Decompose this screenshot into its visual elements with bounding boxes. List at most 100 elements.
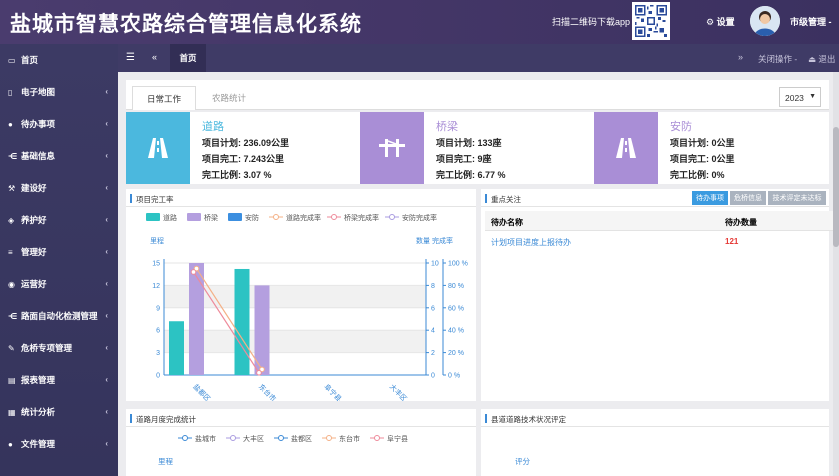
system-title: 盐城市智慧农路综合管理信息化系统 [10,13,362,36]
ratio-value: 0% [711,170,725,180]
sidebar-item-12[interactable]: ● 文件管理 ‹ [0,428,118,460]
y-tick-right-count: 8 [431,283,435,290]
legend-label-1: 桥梁 [204,213,218,222]
tab-scroll-left-icon[interactable]: « [152,52,157,62]
y-tick-right-count: 4 [431,328,435,335]
top-header: 盐城市智慧农路综合管理信息化系统 扫描二维码下载app ⚙ 设置 市级管理 - [0,0,839,44]
sidebar: ▭ 首页 ▯ 电子地图 ‹ ● 待办事项 ‹ ⋲ 基础信息 ‹ ⚒ 建设好 ‹ ◈ 养护好 ‹ ≡ 管理好 ‹ ◉ 运营好… [0,44,118,476]
tab-home[interactable]: 首页 [170,44,206,72]
sidebar-item-7[interactable]: ◉ 运营好 ‹ [0,268,118,300]
x-tick-label: 大丰区 [388,382,409,401]
tech-unqualified-button[interactable]: 技术评定未达标 [768,191,826,205]
logout-button[interactable]: ⏏ 退出 [808,53,835,65]
table-header: 待办名称 待办数量 [485,211,837,231]
todo-button[interactable]: 待办事项 [692,191,728,205]
legend-label-2: 安防 [245,213,259,222]
sidebar-item-label: 报表管理 [21,375,56,385]
page-scrollbar[interactable] [833,72,839,476]
chevron-left-icon: ‹ [105,119,108,128]
main-content: 日常工作 农路统计 2023 ▼ 道路 项目计划: 236.09公里 项目完工: 7… [118,72,839,476]
qr-download-text: 扫描二维码下载app [552,17,631,27]
done-value: 7.243公里 [243,154,285,164]
scrollbar-thumb[interactable] [833,127,839,247]
bridge-icon [360,112,424,184]
legend-label-4: 桥梁完成率 [344,213,379,222]
wrench-icon: ✎ [8,343,15,353]
monthly-legend: 盐城市 大丰区 盐都区 东台市 阜宁县 [178,434,408,443]
grid-icon: ▦ [8,407,16,417]
done-label: 项目完工: [202,154,241,164]
sidebar-item-2[interactable]: ● 待办事项 ‹ [0,108,118,140]
share-icon: ⋲ [8,151,18,161]
tech-panel: 县道道路技术状况评定 评分 [481,409,829,476]
y-tick-right-count: 0 [431,373,435,380]
sidebar-item-label: 电子地图 [21,87,56,97]
chevron-left-icon: ‹ [105,343,108,352]
user-avatar[interactable] [750,6,780,36]
chevron-left-icon: ‹ [105,247,108,256]
legend-dot [230,435,236,441]
y-axis-right-label: 数量 完成率 [416,236,453,245]
sidebar-item-9[interactable]: ✎ 危桥专项管理 ‹ [0,332,118,364]
logout-label: 退出 [818,54,836,64]
todo-name-cell[interactable]: 计划项目进度上报待办 [491,237,571,248]
done-value: 0公里 [711,154,735,164]
sidebar-item-label: 统计分析 [21,407,56,417]
user-menu-button[interactable]: 市级管理 - [790,15,832,28]
chevron-left-icon: ‹ [105,439,108,448]
sidebar-item-5[interactable]: ◈ 养护好 ‹ [0,204,118,236]
sidebar-item-8[interactable]: ⋲ 路面自动化检测管理 ‹ [0,300,118,332]
close-operations-button[interactable]: 关闭操作 - [758,53,797,65]
ratio-label: 完工比例: [202,170,241,180]
year-value: 2023 [785,93,804,103]
chevron-left-icon: ‹ [105,407,108,416]
legend-dot-3 [273,214,279,220]
year-select[interactable]: 2023 ▼ [779,87,821,107]
circle-icon: ◉ [8,279,15,289]
menu-toggle-icon[interactable]: ☰ [126,52,135,63]
sidebar-item-label: 首页 [21,55,39,65]
point-桥梁完成率 [190,269,197,275]
chevron-left-icon: ‹ [105,183,108,192]
sidebar-item-1[interactable]: ▯ 电子地图 ‹ [0,76,118,108]
table-row[interactable]: 计划项目进度上报待办 121 [485,233,837,253]
settings-button[interactable]: ⚙ 设置 [706,15,735,28]
summary-cards: 道路 项目计划: 236.09公里 项目完工: 7.243公里 完工比例: 3.07 … [126,112,829,184]
y-tick-left: 6 [156,328,160,335]
chat-icon: ● [8,439,13,449]
chevron-left-icon: ‹ [105,87,108,96]
card-security: 安防 项目计划: 0公里 项目完工: 0公里 完工比例: 0% [594,112,824,184]
sidebar-item-0[interactable]: ▭ 首页 [0,44,118,76]
sidebar-item-4[interactable]: ⚒ 建设好 ‹ [0,172,118,204]
ratio-value: 6.77 % [477,170,506,180]
legend-dot-4 [331,214,337,220]
y-tick-right-count: 10 [431,261,439,268]
tab-scroll-right-icon[interactable]: » [738,52,743,62]
line-道路完成率 [195,268,263,370]
sidebar-item-6[interactable]: ≡ 管理好 ‹ [0,236,118,268]
monthly-legend-label: 东台市 [339,434,360,443]
chat-icon: ● [8,119,13,129]
tab-road-stats[interactable]: 农路统计 [198,86,260,110]
dangerous-bridge-button[interactable]: 危桥信息 [730,191,766,205]
hammer-icon: ⚒ [8,183,16,193]
monthly-legend-label: 盐都区 [291,434,312,443]
ratio-row: 完工比例: 3.07 % [202,168,272,181]
plan-value: 236.09公里 [243,138,290,148]
chevron-left-icon: ‹ [105,215,108,224]
monthly-panel: 道路月度完成统计 盐城市 大丰区 盐都区 东台市 阜宁县 里程 [126,409,476,476]
sidebar-item-10[interactable]: ▤ 报表管理 ‹ [0,364,118,396]
x-tick-label: 东台市 [257,382,278,401]
sidebar-item-3[interactable]: ⋲ 基础信息 ‹ [0,140,118,172]
legend-dot [278,435,284,441]
sidebar-item-11[interactable]: ▦ 统计分析 ‹ [0,396,118,428]
map-icon: ▯ [8,87,13,97]
qr-code-icon[interactable] [632,2,670,40]
tech-panel-title: 县道道路技术状况评定 [481,409,829,427]
tab-daily-work[interactable]: 日常工作 [132,86,197,110]
plan-label: 项目计划: [436,138,475,148]
y-axis-left-label: 里程 [150,236,164,245]
monthly-ylabel: 里程 [158,457,173,466]
y-tick-left: 15 [152,261,160,268]
done-label: 项目完工: [436,154,475,164]
